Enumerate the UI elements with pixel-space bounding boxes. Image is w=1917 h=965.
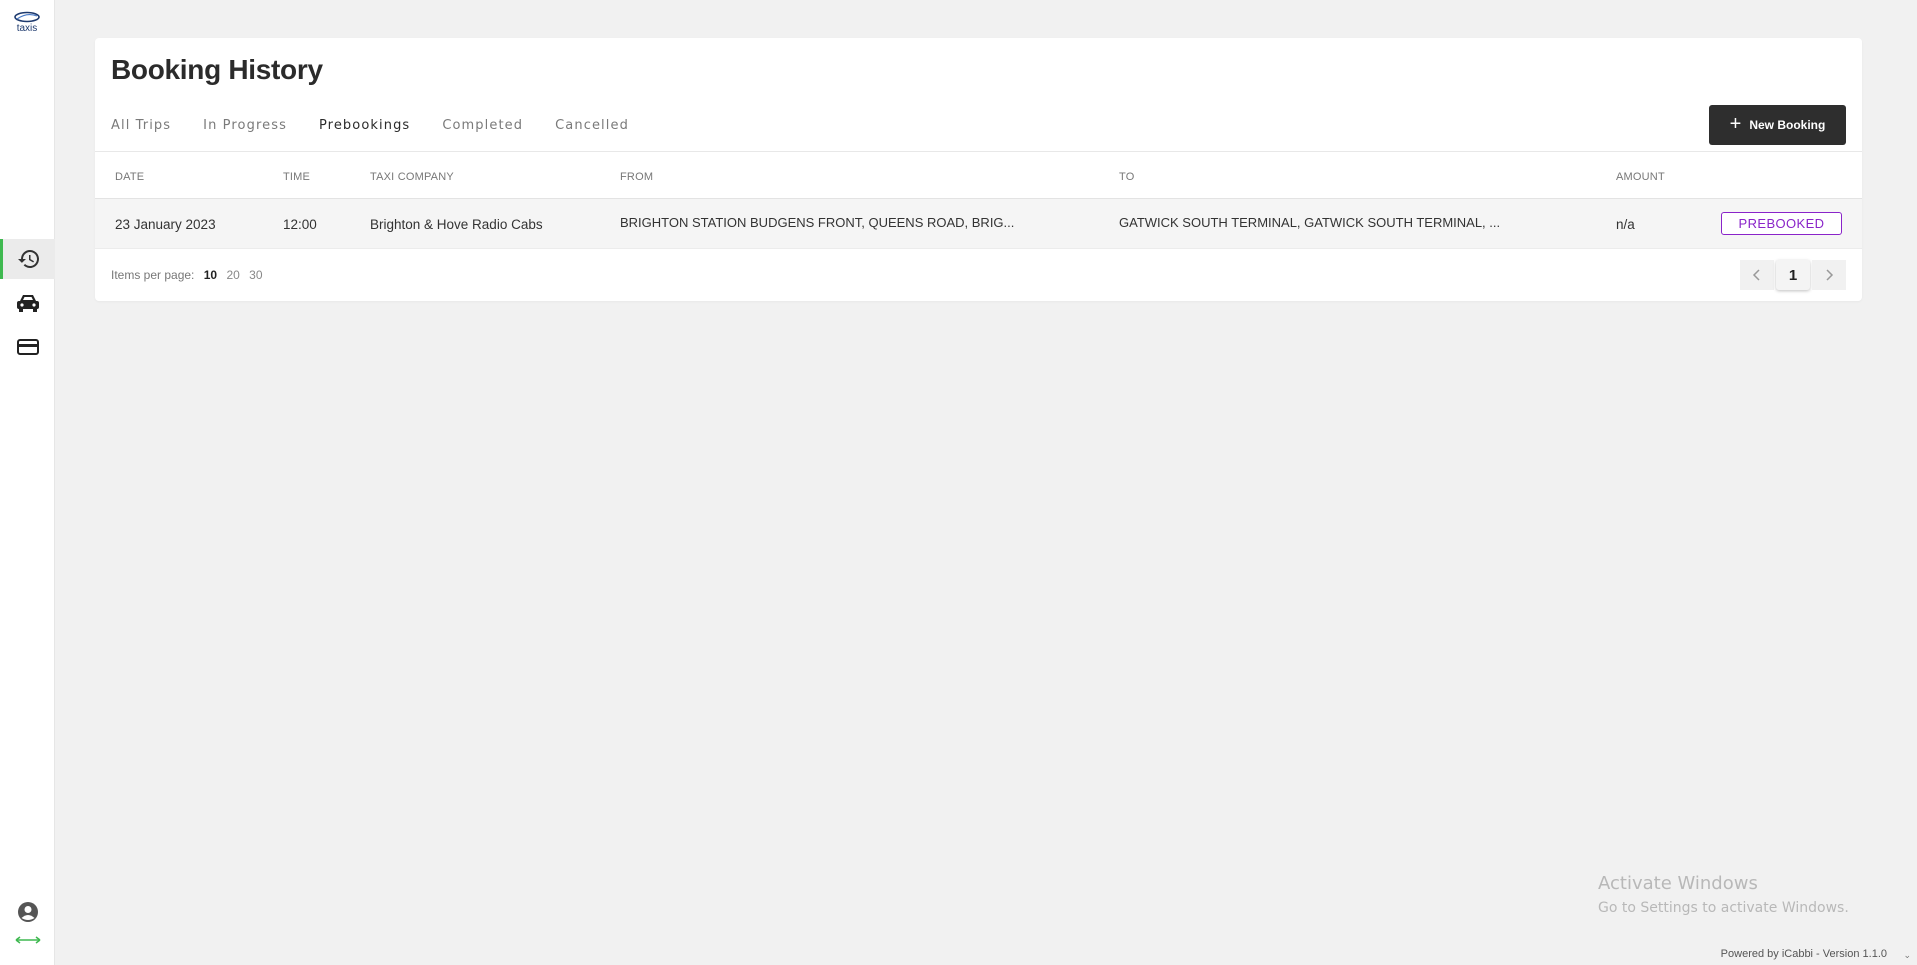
credit-card-icon [16, 339, 39, 355]
column-header-from: FROM [620, 171, 654, 183]
history-icon [18, 250, 39, 268]
items-per-page-10[interactable]: 10 [204, 268, 217, 282]
column-header-date: DATE [115, 171, 145, 183]
items-per-page-30[interactable]: 30 [249, 268, 262, 282]
new-booking-button[interactable]: + New Booking [1709, 105, 1846, 145]
windows-activation-watermark: Activate Windows Go to Settings to activ… [1598, 873, 1849, 916]
table-row[interactable]: 23 January 2023 12:00 Brighton & Hove Ra… [95, 199, 1862, 249]
booking-tabs: All Trips In Progress Prebookings Comple… [111, 118, 661, 133]
column-header-to: TO [1119, 171, 1135, 183]
tab-prebookings[interactable]: Prebookings [319, 118, 410, 133]
sidebar: taxis [0, 0, 55, 965]
cell-amount: n/a [1616, 217, 1635, 232]
items-per-page-label: Items per page: [111, 268, 195, 282]
tab-in-progress[interactable]: In Progress [203, 118, 287, 133]
tab-completed[interactable]: Completed [442, 118, 523, 133]
new-booking-label: New Booking [1749, 118, 1826, 132]
column-header-time: TIME [283, 171, 311, 183]
account-button[interactable] [0, 893, 55, 931]
tab-cancelled[interactable]: Cancelled [555, 118, 629, 133]
powered-by-footer: Powered by iCabbi - Version 1.1.0 [1720, 948, 1887, 960]
sidebar-item-history[interactable] [0, 239, 55, 279]
expand-arrows-icon [15, 936, 40, 944]
items-per-page: Items per page: 10 20 30 [111, 268, 263, 282]
booking-history-card: Booking History All Trips In Progress Pr… [95, 38, 1862, 301]
cell-time: 12:00 [283, 217, 317, 232]
scroll-down-icon[interactable]: ⌄ [1903, 950, 1911, 961]
previous-page-button[interactable] [1740, 260, 1774, 290]
cell-date: 23 January 2023 [115, 217, 216, 232]
card-header: Booking History All Trips In Progress Pr… [95, 38, 1862, 152]
tab-all-trips[interactable]: All Trips [111, 118, 171, 133]
pagination-bar: Items per page: 10 20 30 1 [95, 249, 1862, 301]
next-page-button[interactable] [1812, 260, 1846, 290]
page-title: Booking History [111, 54, 323, 85]
sidebar-item-payment[interactable] [0, 327, 55, 367]
sidebar-item-book-taxi[interactable] [0, 283, 55, 323]
expand-sidebar-button[interactable] [0, 931, 55, 949]
cell-from: BRIGHTON STATION BUDGENS FRONT, QUEENS R… [620, 215, 1015, 230]
status-badge: PREBOOKED [1721, 212, 1842, 235]
column-header-amount: AMOUNT [1616, 171, 1665, 183]
cell-to: GATWICK SOUTH TERMINAL, GATWICK SOUTH TE… [1119, 215, 1501, 230]
items-per-page-20[interactable]: 20 [226, 268, 239, 282]
chevron-right-icon [1826, 269, 1834, 281]
page-number-current[interactable]: 1 [1776, 260, 1810, 290]
pager: 1 [1740, 260, 1846, 290]
column-header-company: TAXI COMPANY [370, 171, 454, 183]
account-circle-icon [17, 902, 38, 922]
watermark-title: Activate Windows [1598, 873, 1758, 894]
logo-swoosh-icon [14, 11, 40, 23]
watermark-subtitle: Go to Settings to activate Windows. [1598, 900, 1849, 916]
cell-company: Brighton & Hove Radio Cabs [370, 217, 543, 232]
plus-icon: + [1729, 113, 1742, 135]
logo-text: taxis [16, 23, 38, 34]
company-logo[interactable]: taxis [10, 10, 44, 42]
table-header: DATE TIME TAXI COMPANY FROM TO AMOUNT [95, 152, 1862, 199]
chevron-left-icon [1752, 269, 1760, 281]
taxi-icon [16, 295, 39, 312]
